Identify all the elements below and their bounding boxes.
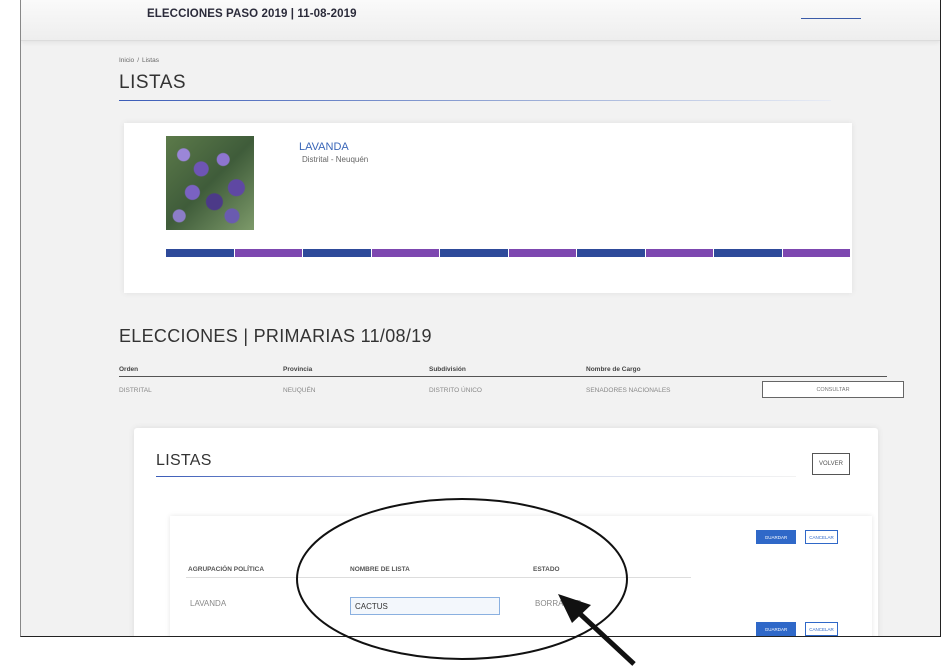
cell-estado: BORRADOR: [535, 599, 582, 608]
lista-edit-card: GUARDAR CANCELAR AGRUPACIÓN POLÍTICA NOM…: [170, 516, 872, 636]
col-header-subdivision: Subdivisión: [429, 366, 466, 373]
agrupacion-logo-image: [166, 136, 254, 230]
elecciones-title: ELECCIONES | PRIMARIAS 11/08/19: [119, 326, 432, 346]
color-bar-segment: [303, 249, 372, 257]
cell-subdivision: DISTRITO ÚNICO: [429, 387, 482, 394]
color-bar-segment: [577, 249, 646, 257]
consultar-button[interactable]: CONSULTAR: [762, 381, 904, 398]
agrupacion-card: LAVANDA Distrital - Neuquén: [124, 123, 852, 293]
title-underline: [119, 100, 831, 101]
guardar-button-bottom[interactable]: GUARDAR: [756, 622, 796, 636]
breadcrumb: Inicio / Listas: [119, 57, 162, 64]
color-bar-segment: [371, 249, 440, 257]
color-bar-segment: [508, 249, 577, 257]
color-bar-segment: [234, 249, 303, 257]
listas-title-underline: [156, 476, 796, 477]
color-bar-segment: [166, 249, 235, 257]
color-bar-segment: [782, 249, 851, 257]
col-header-nombre-lista: NOMBRE DE LISTA: [350, 566, 410, 573]
listas-panel: LISTAS VOLVER GUARDAR CANCELAR AGRUPACIÓ…: [134, 428, 878, 636]
topbar-accent-line: [801, 18, 861, 19]
cancelar-button-bottom[interactable]: CANCELAR: [805, 622, 838, 636]
agrupacion-subtitle: Distrital - Neuquén: [302, 155, 369, 164]
color-bar-segment: [714, 249, 783, 257]
agrupacion-name[interactable]: LAVANDA: [299, 141, 349, 153]
listas-panel-title: LISTAS: [156, 452, 212, 469]
breadcrumb-current: Listas: [142, 57, 159, 64]
breadcrumb-home-link[interactable]: Inicio: [119, 57, 134, 64]
color-bar-segment: [440, 249, 509, 257]
page-title: LISTAS: [119, 72, 187, 93]
cell-agrupacion: LAVANDA: [190, 599, 227, 608]
col-header-orden: Orden: [119, 366, 139, 373]
top-bar: ELECCIONES PASO 2019 | 11-08-2019: [21, 0, 940, 41]
table-header-rule: [119, 376, 887, 377]
agrupacion-color-bar: [166, 249, 851, 257]
app-screenshot-frame: ELECCIONES PASO 2019 | 11-08-2019 Inicio…: [20, 0, 941, 637]
lista-header-rule: [186, 577, 691, 578]
cancelar-button-top[interactable]: CANCELAR: [805, 530, 838, 544]
cell-orden: DISTRITAL: [119, 387, 152, 394]
color-bar-segment: [645, 249, 714, 257]
cell-cargo: SENADORES NACIONALES: [586, 387, 671, 394]
volver-button[interactable]: VOLVER: [812, 453, 850, 475]
breadcrumb-separator: /: [137, 57, 139, 64]
cell-provincia: NEUQUÉN: [283, 387, 316, 394]
app-title: ELECCIONES PASO 2019 | 11-08-2019: [147, 8, 357, 20]
col-header-estado: ESTADO: [533, 566, 560, 573]
nombre-lista-input[interactable]: [350, 597, 500, 615]
guardar-button-top[interactable]: GUARDAR: [756, 530, 796, 544]
col-header-cargo: Nombre de Cargo: [586, 366, 641, 373]
col-header-agrupacion: AGRUPACIÓN POLÍTICA: [188, 566, 265, 573]
col-header-provincia: Provincia: [283, 366, 313, 373]
